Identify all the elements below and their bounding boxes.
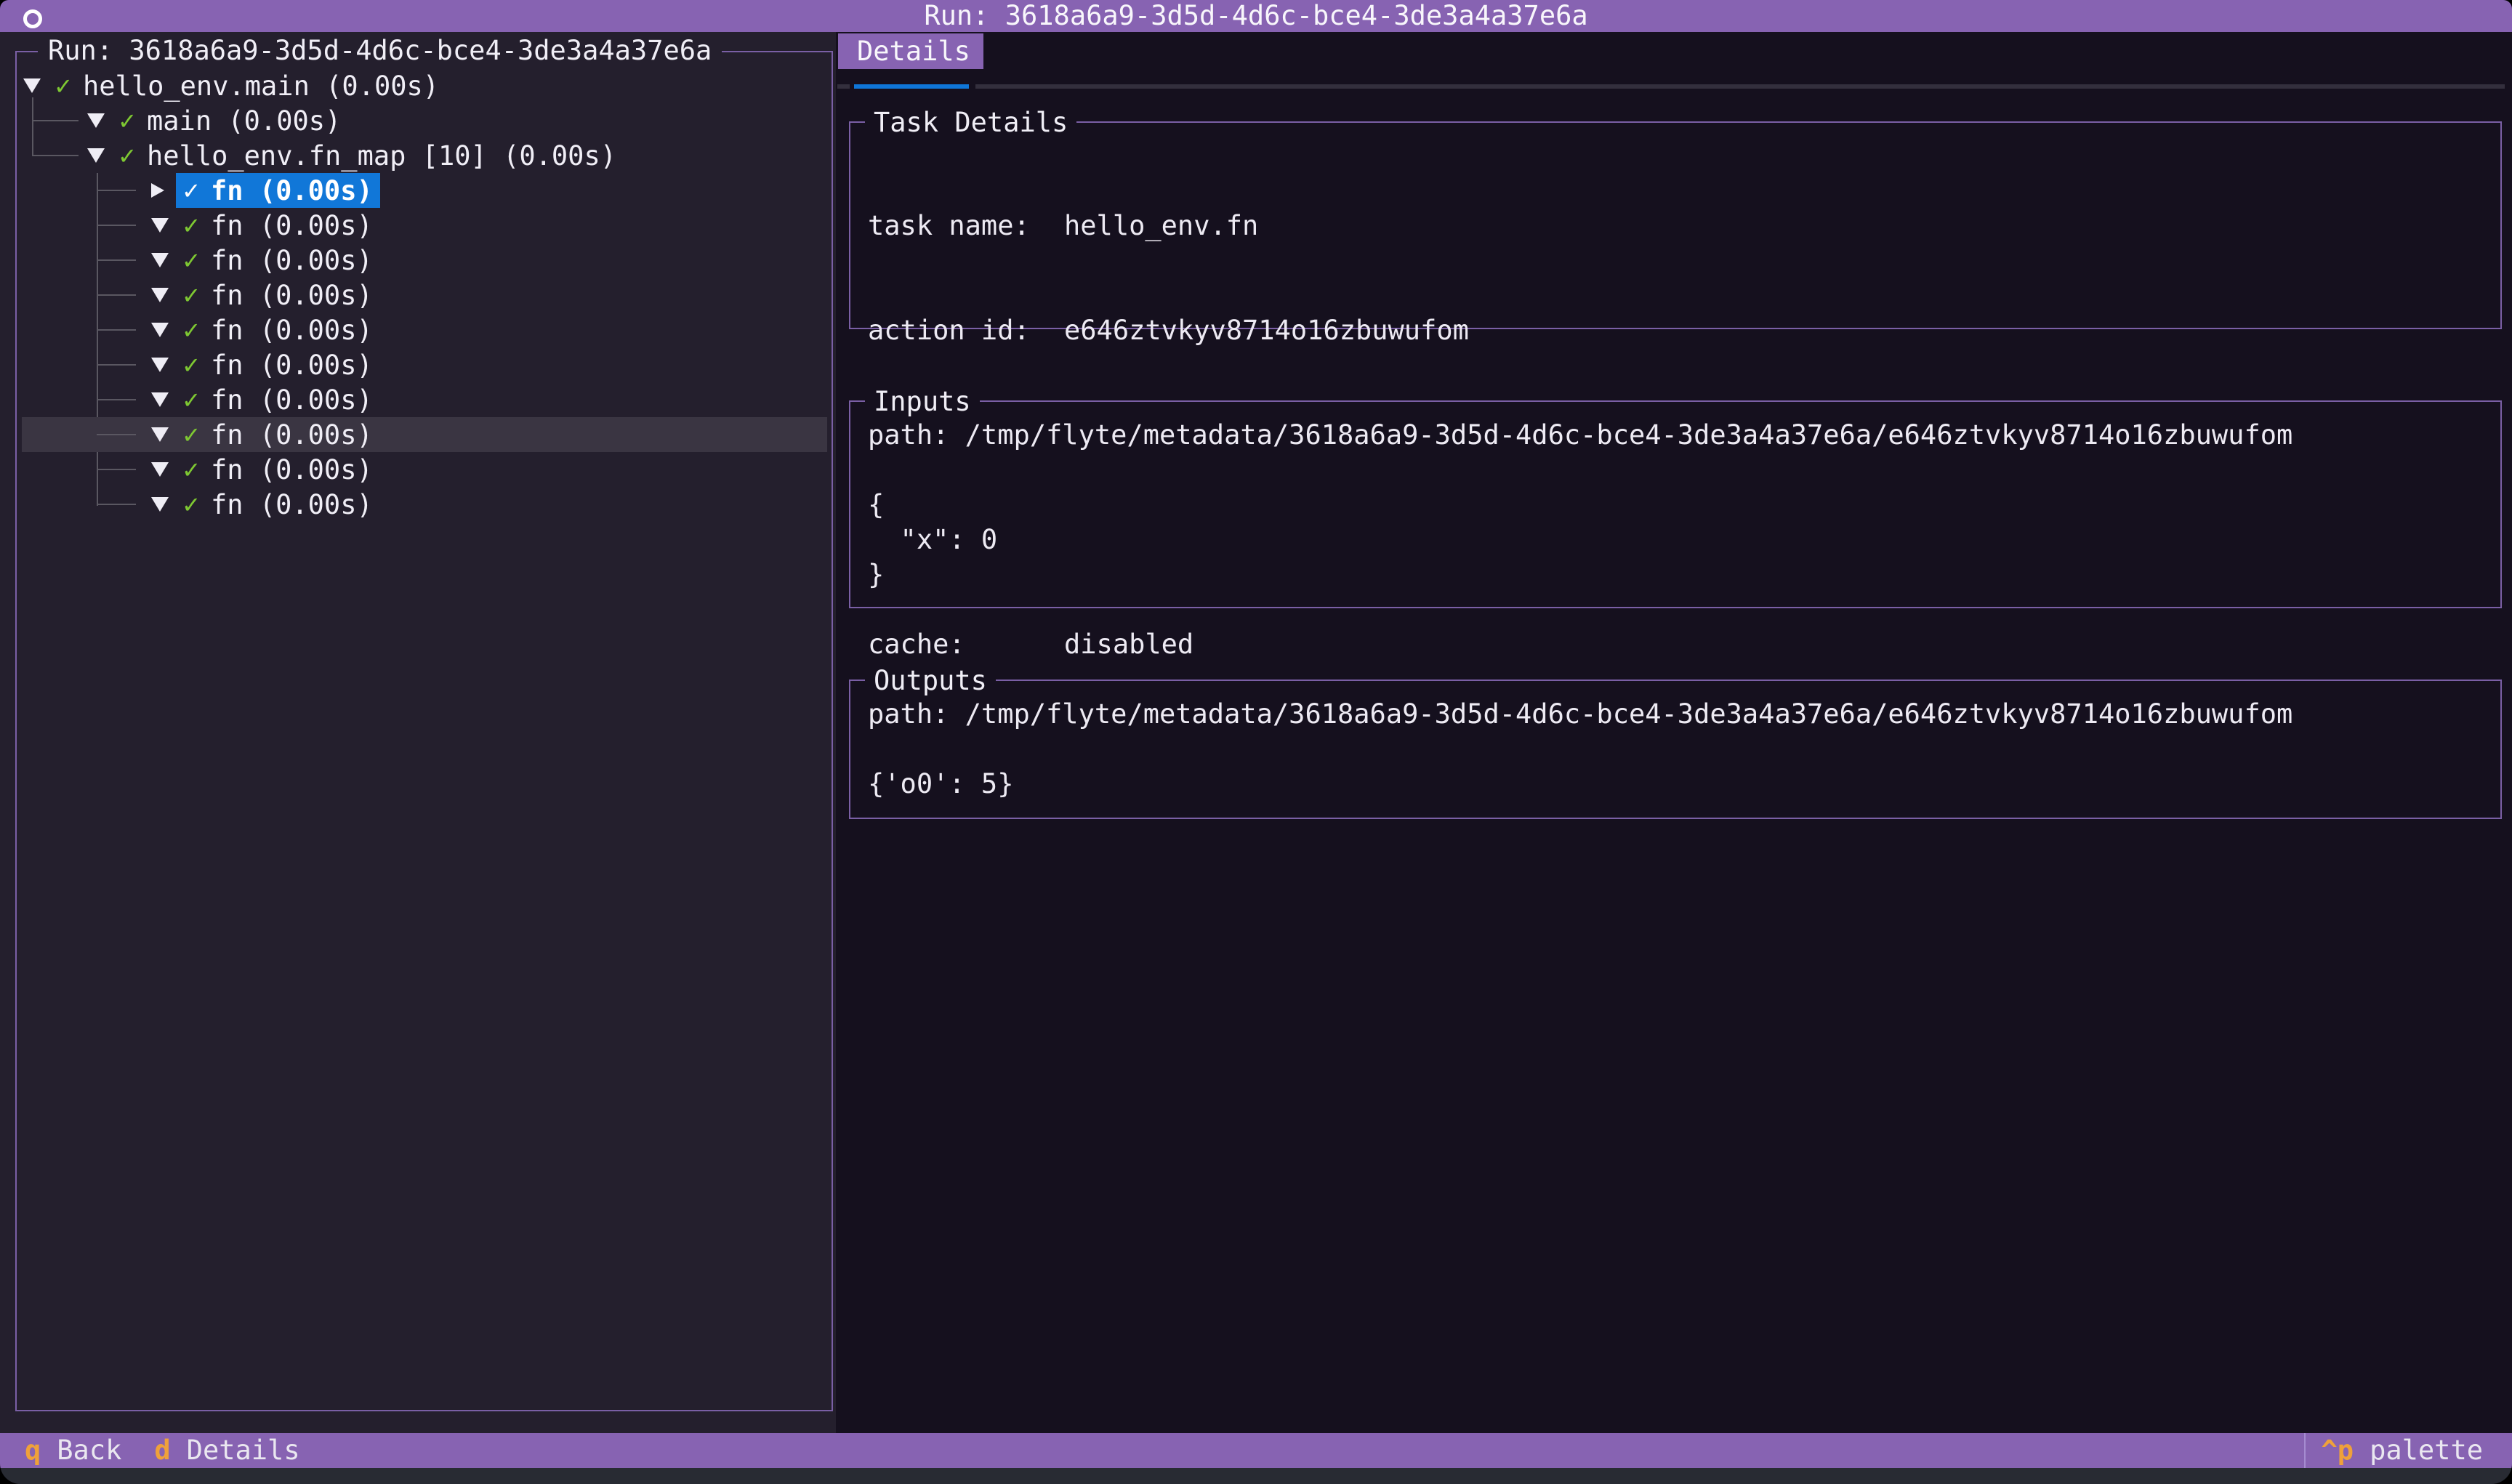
hint-back-label: Back bbox=[57, 1433, 121, 1468]
tree-node-main[interactable]: ✓ main (0.00s) bbox=[22, 103, 827, 138]
triangle-down-icon[interactable] bbox=[151, 358, 170, 372]
palette-hint-area: ^p palette bbox=[2304, 1433, 2512, 1468]
tree-node-fn[interactable]: ✓ fn (0.00s) bbox=[22, 312, 827, 347]
tree-node-label: fn (0.00s) bbox=[211, 454, 373, 485]
app-window: Run: 3618a6a9-3d5d-4d6c-bce4-3de3a4a37e6… bbox=[0, 0, 2512, 1484]
outputs-title: Outputs bbox=[865, 664, 996, 698]
task-details-box: Task Details task name:hello_env.fn acti… bbox=[849, 121, 2502, 329]
hint-details[interactable]: d Details bbox=[154, 1433, 299, 1468]
window-title: Run: 3618a6a9-3d5d-4d6c-bce4-3de3a4a37e6… bbox=[0, 0, 2512, 32]
tree-node-label: fn (0.00s) bbox=[211, 489, 373, 520]
triangle-down-icon[interactable] bbox=[151, 392, 170, 407]
tree-node-label: fn (0.00s) bbox=[211, 175, 373, 206]
check-icon: ✓ bbox=[183, 350, 202, 380]
check-icon: ✓ bbox=[119, 106, 138, 136]
tree-node-label: fn (0.00s) bbox=[211, 210, 373, 241]
tree-node-fn[interactable]: ✓ fn (0.00s) bbox=[22, 452, 827, 487]
kv-label: cache: bbox=[868, 627, 1064, 662]
check-icon: ✓ bbox=[183, 281, 202, 310]
check-icon: ✓ bbox=[183, 176, 202, 206]
outputs-box: Outputs path: /tmp/flyte/metadata/3618a6… bbox=[849, 680, 2502, 819]
check-icon: ✓ bbox=[183, 211, 202, 241]
tree-node-fn[interactable]: ✓ fn (0.00s) bbox=[22, 208, 827, 243]
check-icon: ✓ bbox=[55, 71, 74, 101]
kv-row: cache:disabled bbox=[868, 627, 2483, 662]
tree-node-fn[interactable]: ✓ fn (0.00s) bbox=[22, 243, 827, 278]
check-icon: ✓ bbox=[183, 455, 202, 485]
kv-row: action id:e646ztvkyv8714o16zbuwufom bbox=[868, 313, 2483, 348]
kv-label: action id: bbox=[868, 313, 1064, 348]
hint-palette[interactable]: ^p palette bbox=[2322, 1433, 2512, 1468]
kv-value: disabled bbox=[1064, 627, 1193, 662]
status-bar-divider bbox=[2304, 1433, 2306, 1468]
tree-node-fn[interactable]: ✓ fn (0.00s) bbox=[22, 278, 827, 312]
tree-node-fn[interactable]: ✓ fn (0.00s) bbox=[22, 487, 827, 522]
tree-node-label: main (0.00s) bbox=[147, 105, 341, 137]
inputs-content: path: /tmp/flyte/metadata/3618a6a9-3d5d-… bbox=[850, 402, 2500, 608]
inputs-title: Inputs bbox=[865, 384, 980, 419]
triangle-down-icon[interactable] bbox=[151, 497, 170, 512]
tree-node-label: hello_env.fn_map [10] (0.00s) bbox=[147, 140, 616, 172]
tree-node-label: hello_env.main (0.00s) bbox=[83, 70, 439, 102]
tree-node-fn[interactable]: ✓ fn (0.00s) bbox=[22, 347, 827, 382]
task-details-title: Task Details bbox=[865, 105, 1076, 140]
run-tree-panel: Run: 3618a6a9-3d5d-4d6c-bce4-3de3a4a37e6… bbox=[0, 32, 836, 1433]
tree-node-hello-env-main[interactable]: ✓ hello_env.main (0.00s) bbox=[22, 68, 827, 103]
key-q: q bbox=[25, 1433, 41, 1468]
details-panel: Details Task Details task name:hello_env… bbox=[836, 32, 2512, 1433]
triangle-down-icon[interactable] bbox=[151, 288, 170, 302]
hint-back[interactable]: q Back bbox=[25, 1433, 121, 1468]
tree-node-label: fn (0.00s) bbox=[211, 419, 373, 451]
check-icon: ✓ bbox=[183, 315, 202, 345]
inputs-box: Inputs path: /tmp/flyte/metadata/3618a6a… bbox=[849, 400, 2502, 608]
tab-underline-active bbox=[854, 84, 969, 89]
tree-node-fn-map[interactable]: ✓ hello_env.fn_map [10] (0.00s) bbox=[22, 138, 827, 173]
check-icon: ✓ bbox=[183, 490, 202, 520]
hint-details-label: Details bbox=[187, 1433, 300, 1468]
status-bar-hints: q Back d Details bbox=[25, 1433, 300, 1468]
triangle-down-icon[interactable] bbox=[23, 78, 42, 93]
tree-node-label: fn (0.00s) bbox=[211, 280, 373, 311]
hint-palette-label: palette bbox=[2370, 1433, 2483, 1468]
kv-row: task name:hello_env.fn bbox=[868, 209, 2483, 243]
tab-underline bbox=[975, 84, 2505, 89]
check-icon: ✓ bbox=[183, 246, 202, 275]
triangle-down-icon[interactable] bbox=[87, 113, 106, 128]
kv-value: hello_env.fn bbox=[1064, 209, 1258, 243]
check-icon: ✓ bbox=[183, 385, 202, 415]
triangle-down-icon[interactable] bbox=[151, 462, 170, 477]
triangle-down-icon[interactable] bbox=[151, 427, 170, 442]
check-icon: ✓ bbox=[183, 420, 202, 450]
kv-label: task name: bbox=[868, 209, 1064, 243]
tree-node-label: fn (0.00s) bbox=[211, 315, 373, 346]
titlebar: Run: 3618a6a9-3d5d-4d6c-bce4-3de3a4a37e6… bbox=[0, 0, 2512, 32]
tree-node-fn-selected[interactable]: ✓ fn (0.00s) bbox=[22, 173, 827, 208]
status-bar: q Back d Details ^p palette bbox=[0, 1433, 2512, 1468]
triangle-right-icon[interactable] bbox=[151, 183, 170, 198]
tab-underline bbox=[837, 84, 850, 89]
check-icon: ✓ bbox=[119, 141, 138, 171]
tree-node-label: fn (0.00s) bbox=[211, 245, 373, 276]
kv-value: e646ztvkyv8714o16zbuwufom bbox=[1064, 313, 1469, 348]
tree-node-label: fn (0.00s) bbox=[211, 384, 373, 416]
triangle-down-icon[interactable] bbox=[151, 323, 170, 337]
triangle-down-icon[interactable] bbox=[87, 148, 106, 163]
run-tree: ✓ hello_env.main (0.00s) ✓ main (0.00s) ✓ h… bbox=[22, 68, 827, 522]
triangle-down-icon[interactable] bbox=[151, 253, 170, 267]
window-bottom-edge bbox=[0, 1468, 2512, 1484]
tree-panel-title: Run: 3618a6a9-3d5d-4d6c-bce4-3de3a4a37e6… bbox=[38, 33, 722, 68]
triangle-down-icon[interactable] bbox=[151, 218, 170, 233]
tab-details[interactable]: Details bbox=[838, 33, 983, 69]
key-d: d bbox=[154, 1433, 170, 1468]
tree-node-label: fn (0.00s) bbox=[211, 350, 373, 381]
key-ctrl-p: ^p bbox=[2322, 1433, 2354, 1468]
tree-node-fn-hovered[interactable]: ✓ fn (0.00s) bbox=[22, 417, 827, 452]
tree-node-fn[interactable]: ✓ fn (0.00s) bbox=[22, 382, 827, 417]
outputs-content: path: /tmp/flyte/metadata/3618a6a9-3d5d-… bbox=[850, 681, 2500, 818]
